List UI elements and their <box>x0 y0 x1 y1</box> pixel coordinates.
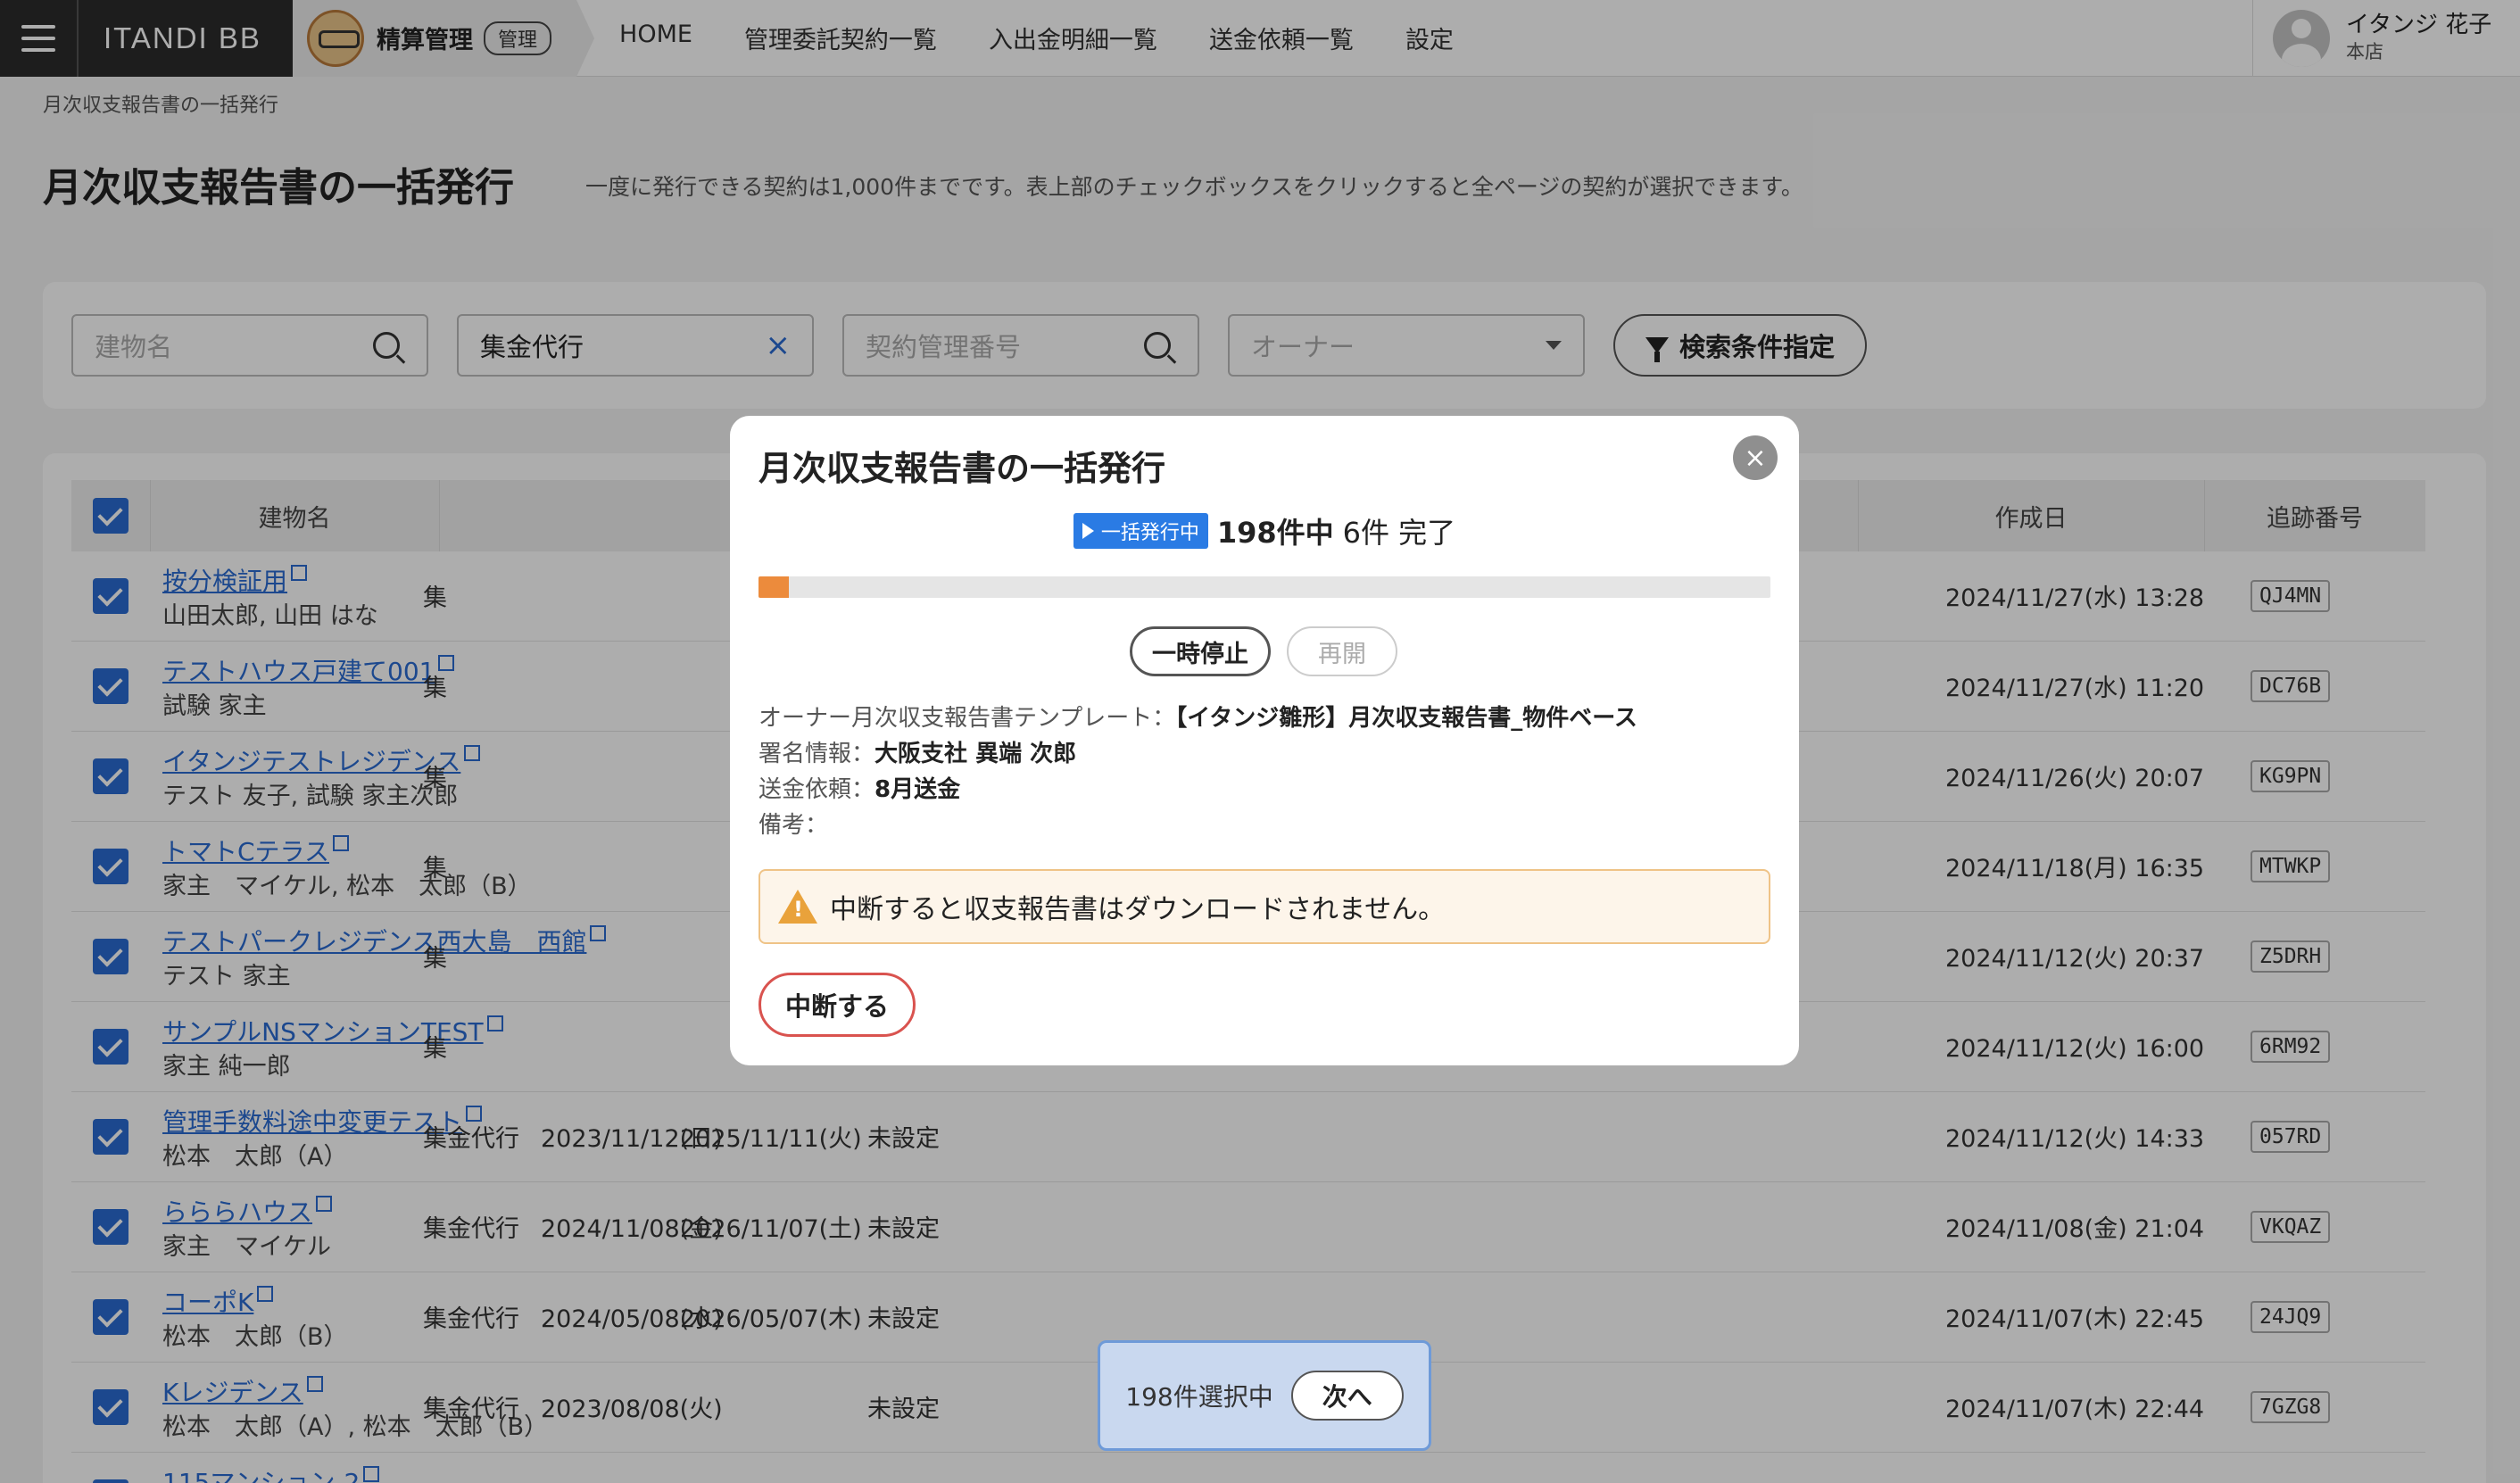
remittance-info: 送金依頼：8月送金 <box>758 771 960 804</box>
play-icon <box>1082 523 1094 539</box>
bulk-issue-modal: 月次収支報告書の一括発行 × 一括発行中 198件中 6件 完了 一時停止 再開… <box>730 416 1799 1065</box>
selection-count: 198件選択中 <box>1125 1382 1273 1412</box>
signature-info: 署名情報：大阪支社 異端 次郎 <box>758 735 1076 768</box>
template-value: 【イタンジ雛形】月次収支報告書_物件ベース <box>1175 705 1637 732</box>
issue-status: 一括発行中 198件中 6件 完了 <box>730 510 1799 551</box>
warning-icon <box>778 890 817 924</box>
status-badge-label: 一括発行中 <box>1100 522 1199 544</box>
remittance-label: 送金依頼： <box>758 776 875 803</box>
progress-bar-fill <box>758 576 790 598</box>
signature-label: 署名情報： <box>758 741 875 767</box>
remittance-value: 8月送金 <box>875 776 961 803</box>
selection-bar: 198件選択中 次へ <box>1098 1340 1431 1451</box>
progress-bar <box>758 576 1770 598</box>
modal-title: 月次収支報告書の一括発行 <box>758 449 1166 488</box>
template-info: オーナー月次収支報告書テンプレート：【イタンジ雛形】月次収支報告書_物件ベース <box>758 700 1637 733</box>
warning-alert: 中断すると収支報告書はダウンロードされません。 <box>758 869 1770 944</box>
status-badge: 一括発行中 <box>1073 513 1208 549</box>
close-icon[interactable]: × <box>1733 435 1778 480</box>
status-total: 198件中 <box>1216 516 1334 550</box>
warning-text: 中断すると収支報告書はダウンロードされません。 <box>830 894 1446 925</box>
note-label: 備考： <box>758 812 829 839</box>
signature-value: 大阪支社 異端 次郎 <box>875 741 1077 767</box>
pause-button[interactable]: 一時停止 <box>1130 626 1271 676</box>
resume-button[interactable]: 再開 <box>1287 626 1397 676</box>
note-info: 備考： <box>758 807 828 840</box>
status-done: 6件 完了 <box>1342 516 1456 550</box>
template-label: オーナー月次収支報告書テンプレート： <box>758 705 1176 732</box>
abort-button[interactable]: 中断する <box>758 973 916 1037</box>
next-button[interactable]: 次へ <box>1290 1371 1404 1421</box>
